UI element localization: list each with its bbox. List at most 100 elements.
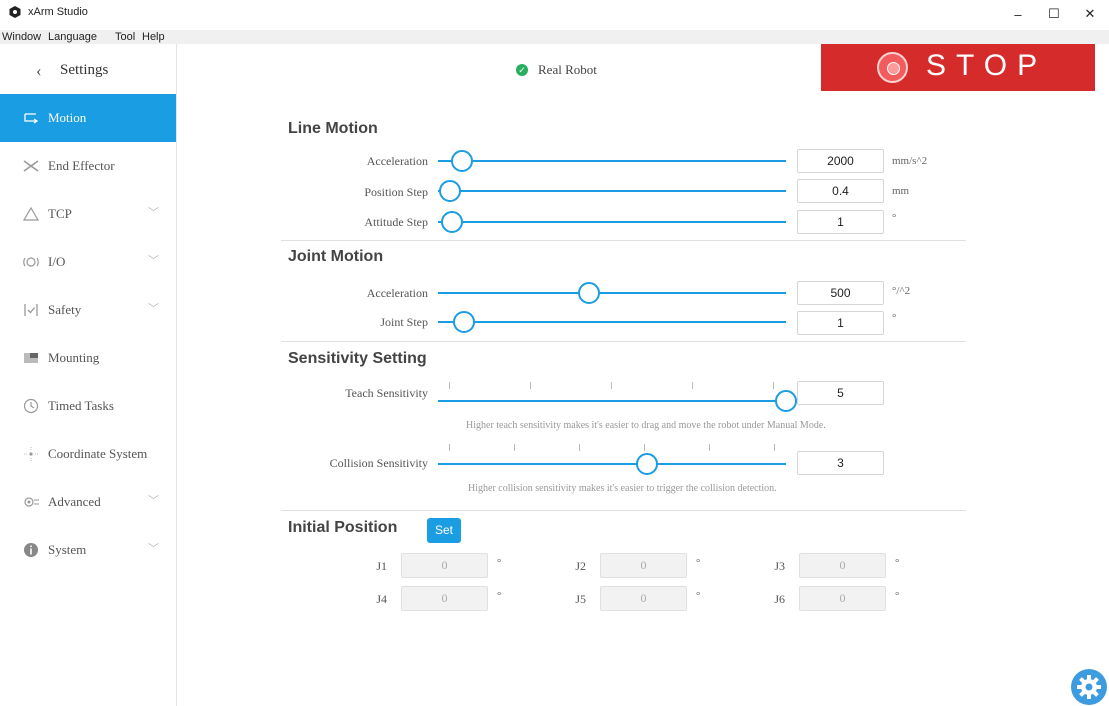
line-acceleration-slider[interactable] (438, 160, 786, 162)
stop-icon (877, 52, 908, 83)
emergency-stop-button[interactable]: STOP (821, 44, 1095, 91)
joint-label-j6: J6 (774, 592, 785, 606)
slider-tick (644, 444, 645, 451)
gripper-icon (23, 160, 39, 172)
slider-tick (773, 382, 774, 389)
section-divider (281, 341, 966, 342)
slider-tick (514, 444, 515, 451)
joint-input-j1[interactable]: 0 (401, 553, 488, 578)
back-icon[interactable]: ‹ (36, 61, 42, 81)
slider-handle[interactable] (775, 390, 797, 412)
joint-label-j2: J2 (575, 559, 586, 573)
minimize-button[interactable]: – (1003, 4, 1033, 24)
attitude-step-input[interactable]: 1 (797, 210, 884, 234)
close-button[interactable]: ✕ (1075, 4, 1105, 24)
joint-input-j3[interactable]: 0 (799, 553, 886, 578)
sidebar-item-io[interactable]: I/O ﹀ (0, 238, 176, 286)
teach-sensitivity-slider[interactable] (438, 400, 786, 402)
joint-input-j4[interactable]: 0 (401, 586, 488, 611)
menu-language[interactable]: Language (48, 31, 97, 43)
slider-handle[interactable] (440, 211, 463, 233)
joint-unit-j3: ° (895, 557, 900, 569)
joint-label-j5: J5 (575, 592, 586, 606)
teach-sensitivity-input[interactable]: 5 (797, 381, 884, 405)
coordinate-icon (24, 447, 38, 461)
maximize-button[interactable]: ☐ (1039, 4, 1069, 24)
title-bar: xArm Studio – ☐ ✕ (0, 0, 1109, 30)
collision-sensitivity-slider[interactable] (438, 463, 786, 465)
sidebar-item-safety[interactable]: Safety ﹀ (0, 286, 176, 334)
joint-step-label: Joint Step (380, 315, 428, 329)
joint-motion-title: Joint Motion (288, 248, 384, 265)
joint-step-unit: ° (892, 312, 897, 324)
attitude-step-slider[interactable] (438, 221, 786, 223)
sidebar-item-system[interactable]: System ﹀ (0, 526, 176, 574)
teach-sensitivity-hint: Higher teach sensitivity makes it's easi… (466, 420, 826, 431)
chevron-down-icon: ﹀ (148, 303, 159, 315)
line-acceleration-input[interactable]: 2000 (797, 149, 884, 173)
slider-handle[interactable] (439, 180, 462, 202)
chevron-down-icon: ﹀ (148, 255, 159, 267)
sidebar-item-label: Coordinate System (48, 446, 148, 461)
chevron-down-icon: ﹀ (148, 495, 159, 507)
slider-tick (774, 444, 775, 451)
settings-title: Settings (60, 62, 109, 78)
joint-acceleration-input[interactable]: 500 (797, 281, 884, 305)
set-initial-position-button[interactable]: Set (427, 518, 461, 543)
joint-step-slider[interactable] (438, 321, 786, 323)
settings-header: ‹ Settings (0, 44, 176, 94)
clock-icon (23, 398, 39, 414)
joint-step-input[interactable]: 1 (797, 311, 884, 335)
app-logo-icon (9, 6, 21, 18)
sidebar-item-tcp[interactable]: TCP ﹀ (0, 190, 176, 238)
collision-sensitivity-hint: Higher collision sensitivity makes it's … (468, 483, 777, 494)
sidebar-item-coordinate-system[interactable]: Coordinate System (0, 430, 176, 478)
sensitivity-title: Sensitivity Setting (288, 350, 427, 367)
io-icon (23, 257, 39, 267)
attitude-step-label: Attitude Step (364, 215, 428, 229)
joint-input-j5[interactable]: 0 (600, 586, 687, 611)
chevron-down-icon: ﹀ (148, 543, 159, 555)
position-step-unit: mm (892, 185, 910, 197)
section-divider (281, 510, 966, 511)
sidebar-item-motion[interactable]: Motion (0, 94, 176, 142)
menu-help[interactable]: Help (142, 31, 165, 43)
slider-handle[interactable] (635, 453, 658, 475)
joint-acceleration-label: Acceleration (366, 286, 428, 300)
sidebar-item-mounting[interactable]: Mounting (0, 334, 176, 382)
joint-input-j6[interactable]: 0 (799, 586, 886, 611)
position-step-label: Position Step (364, 185, 428, 199)
slider-handle[interactable] (451, 150, 474, 172)
slider-tick (709, 444, 710, 451)
sidebar-item-end-effector[interactable]: End Effector (0, 142, 176, 190)
advanced-icon (24, 497, 39, 507)
sidebar-item-timed-tasks[interactable]: Timed Tasks (0, 382, 176, 430)
menu-window[interactable]: Window (2, 31, 41, 43)
joint-unit-j6: ° (895, 590, 900, 602)
motion-icon (24, 113, 39, 124)
gear-icon (1077, 675, 1101, 699)
position-step-input[interactable]: 0.4 (797, 179, 884, 203)
slider-tick (579, 444, 580, 451)
line-acceleration-unit: mm/s^2 (892, 155, 928, 167)
collision-sensitivity-input[interactable]: 3 (797, 451, 884, 475)
app-title: xArm Studio (28, 6, 88, 18)
sidebar-item-advanced[interactable]: Advanced ﹀ (0, 478, 176, 526)
floating-settings-button[interactable] (1071, 669, 1107, 705)
joint-acceleration-slider[interactable] (438, 292, 786, 294)
sidebar-item-label: I/O (48, 254, 66, 269)
chevron-down-icon: ﹀ (148, 207, 159, 219)
joint-label-j1: J1 (376, 559, 387, 573)
menu-bar: Window Language Tool Help (0, 30, 1109, 44)
sidebar-item-label: System (48, 542, 87, 557)
slider-handle[interactable] (578, 282, 601, 304)
slider-handle[interactable] (453, 311, 476, 333)
collision-sensitivity-label: Collision Sensitivity (329, 456, 428, 470)
position-step-slider[interactable] (438, 190, 786, 192)
joint-label-j3: J3 (774, 559, 785, 573)
sidebar-item-label: End Effector (48, 158, 115, 173)
joint-input-j2[interactable]: 0 (600, 553, 687, 578)
menu-tool[interactable]: Tool (115, 31, 135, 43)
line-motion-title: Line Motion (288, 120, 378, 137)
sidebar-item-label: TCP (48, 206, 72, 221)
